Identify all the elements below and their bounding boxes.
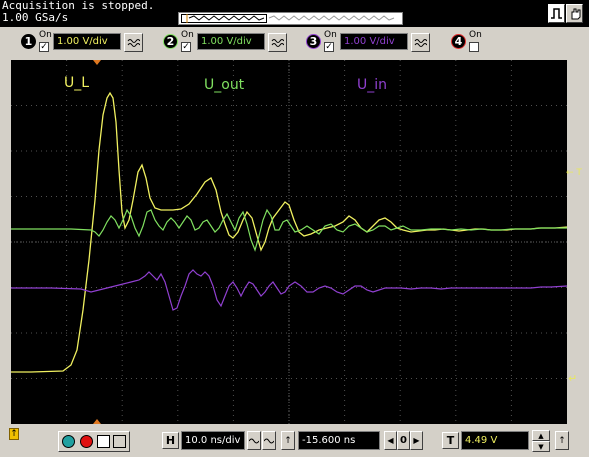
waveform-graticule xyxy=(11,60,568,424)
delay-zero-button[interactable]: 0 xyxy=(397,431,410,450)
hand-tool-button[interactable] xyxy=(566,4,583,23)
channel-3-coupling-button[interactable] xyxy=(411,33,430,52)
channel-2-checkbox[interactable]: ✓ xyxy=(181,42,191,52)
delay-field[interactable]: -15.600 ns xyxy=(298,431,380,450)
sine-icon xyxy=(264,438,274,443)
trace-label-u-l: U_L xyxy=(64,75,90,91)
channel-4-badge[interactable]: 4 xyxy=(451,34,466,49)
channel-3-badge[interactable]: 3 xyxy=(306,34,321,49)
overview-waveform-icon xyxy=(186,14,395,23)
channel-2-scale[interactable]: 1.00 V/div xyxy=(197,33,265,50)
trigger-label: T xyxy=(442,432,459,449)
channel-4-on-label: On xyxy=(469,30,482,40)
sine-icon xyxy=(249,438,259,443)
channel-2-on-label: On xyxy=(181,30,194,40)
channel-3-scale[interactable]: 1.00 V/div xyxy=(340,33,408,50)
scope-mode-button[interactable] xyxy=(548,4,565,23)
trigger-level-marker[interactable]: ← T xyxy=(566,168,582,178)
print-icon[interactable] xyxy=(113,435,126,448)
sine-icon xyxy=(414,39,427,47)
channel-2-badge[interactable]: 2 xyxy=(163,34,178,49)
sine-icon xyxy=(271,39,284,47)
single-icon[interactable] xyxy=(97,435,110,448)
trigger-slope-button[interactable]: ↑ xyxy=(555,431,569,450)
waveform-display[interactable]: U_L U_out U_in xyxy=(11,60,568,424)
channel-1-checkbox[interactable]: ✓ xyxy=(39,42,49,52)
trigger-level-up-button[interactable]: ▲ xyxy=(532,430,550,441)
stop-icon[interactable] xyxy=(80,435,93,448)
hand-icon xyxy=(571,8,580,20)
horizontal-label: H xyxy=(162,432,179,449)
trigger-arrow-icon[interactable]: ↑ xyxy=(9,428,19,440)
bottom-toolbar: ↑ H 10.0 ns/div ↑ -15.600 ns ◀ 0 ▶ T 4.4… xyxy=(0,426,589,457)
timebase-scale-field[interactable]: 10.0 ns/div xyxy=(181,431,245,450)
run-icon[interactable] xyxy=(62,435,75,448)
trigger-time-marker-bottom xyxy=(93,419,101,424)
status-bar: Acquisition is stopped. 1.00 GSa/s xyxy=(0,0,589,27)
channel-3-on-label: On xyxy=(324,30,337,40)
timebase-coarse-button[interactable] xyxy=(247,431,261,450)
trigger-level-field[interactable]: 4.49 V xyxy=(461,431,529,450)
acquisition-overview[interactable] xyxy=(178,12,403,25)
channel-2-coupling-button[interactable] xyxy=(268,33,287,52)
trace-label-u-out: U_out xyxy=(204,77,245,93)
trigger-level-down-button[interactable]: ▼ xyxy=(532,441,550,452)
sample-rate: 1.00 GSa/s xyxy=(2,11,69,24)
trace-label-u-in: U_in xyxy=(357,77,388,93)
channel-1-coupling-button[interactable] xyxy=(124,33,143,52)
channel-1-on-label: On xyxy=(39,30,52,40)
channel-1-scale[interactable]: 1.00 V/div xyxy=(53,33,121,50)
run-control-group xyxy=(58,431,130,452)
delay-right-button[interactable]: ▶ xyxy=(410,431,423,450)
delay-left-button[interactable]: ◀ xyxy=(384,431,397,450)
trigger-time-marker-top xyxy=(93,60,101,65)
ground-reference-marker[interactable]: ↵ xyxy=(568,372,577,385)
timebase-fine-button[interactable] xyxy=(262,431,276,450)
channel-4-checkbox[interactable] xyxy=(469,42,479,52)
channel-bar: 1 On ✓ 1.00 V/div 2 On ✓ 1.00 V/div 3 On… xyxy=(0,28,589,58)
pulse-icon xyxy=(551,8,562,19)
delay-reference-button[interactable]: ↑ xyxy=(281,431,295,450)
channel-1-badge[interactable]: 1 xyxy=(21,34,36,49)
sine-icon xyxy=(127,39,140,47)
channel-3-checkbox[interactable]: ✓ xyxy=(324,42,334,52)
